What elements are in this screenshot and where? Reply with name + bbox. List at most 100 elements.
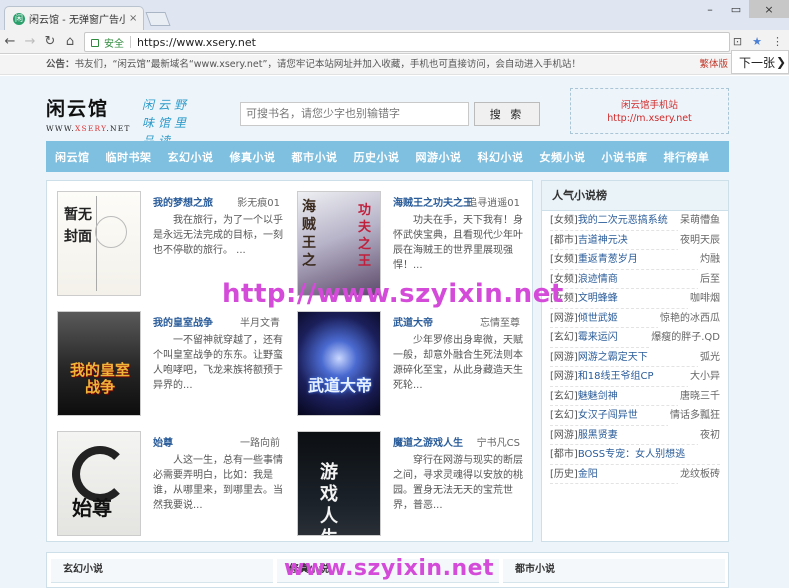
list-item-author[interactable]: 唐晓三千 bbox=[678, 386, 720, 406]
nav-xuanhuan[interactable]: 玄幻小说 bbox=[168, 149, 214, 165]
list-item-author[interactable]: 后至 bbox=[698, 269, 720, 289]
new-tab-button[interactable] bbox=[145, 12, 171, 26]
site-logo[interactable]: 闲云馆 WWW.XSERY.NET bbox=[46, 94, 131, 133]
section-dushi[interactable]: 都市小说 bbox=[503, 559, 725, 583]
book-title[interactable]: 武道大帝 bbox=[393, 314, 433, 329]
book-author[interactable]: 忘情至尊 bbox=[480, 314, 520, 329]
nav-xiuzhen[interactable]: 修真小说 bbox=[230, 149, 276, 165]
list-item-author[interactable]: 灼融 bbox=[698, 250, 720, 270]
logo-text: 闲云馆 bbox=[46, 98, 110, 120]
close-window-icon[interactable]: × bbox=[749, 0, 789, 18]
list-item[interactable]: [玄幻]女汉子闯异世 情话多瓢狂 bbox=[550, 406, 720, 426]
book-cover[interactable]: 始尊 bbox=[57, 431, 141, 536]
list-item[interactable]: [女频]文明蜂蜂 咖啡烟 bbox=[550, 289, 720, 309]
list-item[interactable]: [玄幻]霉来运闪 爆瘦的胖子.QD bbox=[550, 328, 720, 348]
minimize-icon[interactable]: – bbox=[697, 0, 723, 18]
list-item-author[interactable]: 呆萌懵鱼 bbox=[678, 211, 720, 231]
list-item-title[interactable]: 和18线王爷组CP bbox=[578, 371, 654, 382]
book-title[interactable]: 魔道之游戏人生 bbox=[393, 434, 463, 449]
list-item[interactable]: [网游]倾世武姬 惊艳的冰西瓜 bbox=[550, 308, 720, 328]
list-item-author[interactable]: 夜初 bbox=[698, 425, 720, 445]
next-image-button[interactable]: 下一张 ❯ bbox=[731, 50, 789, 74]
tab-title: 闲云馆 - 无弹窗广告小说 bbox=[29, 15, 125, 26]
popular-rows: [女频]我的二次元恶搞系统 呆萌懵鱼 [都市]吉道神元决 夜明天辰 [女频]重返青葱岁月… bbox=[542, 211, 728, 484]
list-item[interactable]: [网游]服黑贤妻 夜初 bbox=[550, 425, 720, 445]
reload-icon[interactable]: ↻ bbox=[40, 34, 60, 49]
list-item-title[interactable]: 金阳 bbox=[578, 469, 598, 480]
list-item[interactable]: [都市]吉道神元决 夜明天辰 bbox=[550, 230, 720, 250]
list-item-title[interactable]: 文明蜂蜂 bbox=[578, 293, 618, 304]
list-item-title[interactable]: 浪迹情商 bbox=[578, 274, 618, 285]
list-item-title[interactable]: 吉道神元决 bbox=[578, 235, 628, 246]
home-icon[interactable]: ⌂ bbox=[60, 34, 80, 49]
list-item-author[interactable]: 大小异 bbox=[688, 367, 720, 387]
nav-dushi[interactable]: 都市小说 bbox=[292, 149, 338, 165]
book-author[interactable]: 追寻逍遥01 bbox=[467, 194, 520, 209]
book-author[interactable]: 影无痕01 bbox=[237, 194, 280, 209]
address-bar[interactable]: 安全 https://www.xsery.net bbox=[84, 32, 730, 52]
list-item-title[interactable]: 倾世武姬 bbox=[578, 313, 618, 324]
book-title[interactable]: 我的梦想之旅 bbox=[153, 194, 213, 209]
list-item-author[interactable]: 惊艳的冰西瓜 bbox=[658, 308, 720, 328]
browser-tab[interactable]: 闲 闲云馆 - 无弹窗广告小说 × bbox=[4, 6, 144, 30]
book-cover[interactable]: 武道大帝 bbox=[297, 311, 381, 416]
list-item[interactable]: [网游]和18线王爷组CP 大小异 bbox=[550, 367, 720, 387]
book-title[interactable]: 我的皇室战争 bbox=[153, 314, 213, 329]
menu-icon[interactable]: ⋮ bbox=[772, 35, 783, 48]
list-item-title[interactable]: 我的二次元恶搞系统 bbox=[578, 215, 668, 226]
notice-bar: 公告：书友们，“闲云馆”最新域名“www.xsery.net”，请您牢记本站网址… bbox=[0, 55, 789, 75]
section-xuanhuan[interactable]: 玄幻小说 bbox=[51, 559, 273, 583]
back-icon[interactable]: ← bbox=[0, 34, 20, 49]
list-item-title[interactable]: BOSS专宠：女人别想逃 bbox=[578, 449, 685, 460]
book-author[interactable]: 一路向前 bbox=[240, 434, 280, 449]
nav-kehuan[interactable]: 科幻小说 bbox=[478, 149, 524, 165]
star-icon[interactable]: ★ bbox=[752, 35, 762, 48]
nav-ranking[interactable]: 排行榜单 bbox=[664, 149, 710, 165]
book-cover[interactable]: 暂无封面 bbox=[57, 191, 141, 296]
nav-nvpin[interactable]: 女频小说 bbox=[540, 149, 586, 165]
search-input[interactable]: 可搜书名，请您少字也别输错字 bbox=[240, 102, 469, 126]
list-item-author[interactable]: 弧光 bbox=[698, 347, 720, 367]
url-text[interactable]: https://www.xsery.net bbox=[137, 36, 256, 49]
list-item-category: [都市] bbox=[550, 234, 578, 246]
list-item[interactable]: [女频]我的二次元恶搞系统 呆萌懵鱼 bbox=[550, 211, 720, 231]
list-item[interactable]: [历史]金阳 龙纹板砖 bbox=[550, 464, 720, 484]
book-author[interactable]: 半月文青 bbox=[240, 314, 280, 329]
list-item-title[interactable]: 重返青葱岁月 bbox=[578, 254, 638, 265]
traditional-chinese-link[interactable]: 繁体版 bbox=[699, 55, 728, 75]
book-cover[interactable]: 我的皇室战争 bbox=[57, 311, 141, 416]
nav-lishi[interactable]: 历史小说 bbox=[354, 149, 400, 165]
list-item[interactable]: [女频]重返青葱岁月 灼融 bbox=[550, 250, 720, 270]
list-item-author[interactable]: 龙纹板砖 bbox=[678, 464, 720, 484]
list-item-title[interactable]: 女汉子闯异世 bbox=[578, 410, 638, 421]
mobile-site-url[interactable]: http://m.xsery.net bbox=[571, 112, 728, 125]
book-author[interactable]: 宁书凡CS bbox=[477, 434, 520, 449]
book-description: 一不留神就穿越了，还有个叫皇室战争的东东。让野蛮人咆哮吧，飞龙来族将额预于异界的… bbox=[153, 335, 283, 391]
list-item-title[interactable]: 服黑贤妻 bbox=[578, 430, 618, 441]
list-item-title[interactable]: 网游之霸定天下 bbox=[578, 352, 648, 363]
nav-library[interactable]: 小说书库 bbox=[602, 149, 648, 165]
book-title[interactable]: 始尊 bbox=[153, 434, 173, 449]
list-item-author[interactable]: 爆瘦的胖子.QD bbox=[649, 328, 720, 348]
book-card: 我的皇室战争 我的皇室战争 半月文青 一不留神就穿越了，还有个叫皇室战争的东东。… bbox=[47, 301, 284, 417]
search-button[interactable]: 搜 索 bbox=[474, 102, 540, 126]
book-title[interactable]: 海贼王之功夫之王 bbox=[393, 194, 473, 209]
list-item[interactable]: [玄幻]魅魅剑神 唐晓三千 bbox=[550, 386, 720, 406]
nav-home[interactable]: 闲云馆 bbox=[55, 149, 90, 165]
list-item[interactable]: [网游]网游之霸定天下 弧光 bbox=[550, 347, 720, 367]
book-cover[interactable]: 游戏人生 bbox=[297, 431, 381, 536]
mobile-site-box[interactable]: 闲云馆手机站 http://m.xsery.net bbox=[570, 88, 729, 134]
translate-icon[interactable]: ⊡ bbox=[733, 35, 742, 48]
list-item-author[interactable]: 夜明天辰 bbox=[678, 230, 720, 250]
list-item-title[interactable]: 霉来运闪 bbox=[578, 332, 618, 343]
list-item-author[interactable]: 咖啡烟 bbox=[688, 289, 720, 309]
list-item-title[interactable]: 魅魅剑神 bbox=[578, 391, 618, 402]
list-item-author[interactable]: 情话多瓢狂 bbox=[668, 406, 720, 426]
nav-bookshelf[interactable]: 临时书架 bbox=[106, 149, 152, 165]
forward-icon[interactable]: → bbox=[20, 34, 40, 49]
maximize-icon[interactable]: ▭ bbox=[723, 0, 749, 18]
list-item[interactable]: [女频]浪迹情商 后至 bbox=[550, 269, 720, 289]
tab-close-icon[interactable]: × bbox=[129, 13, 137, 24]
list-item[interactable]: [都市]BOSS专宠：女人别想逃 bbox=[550, 445, 720, 465]
nav-wangyou[interactable]: 网游小说 bbox=[416, 149, 462, 165]
